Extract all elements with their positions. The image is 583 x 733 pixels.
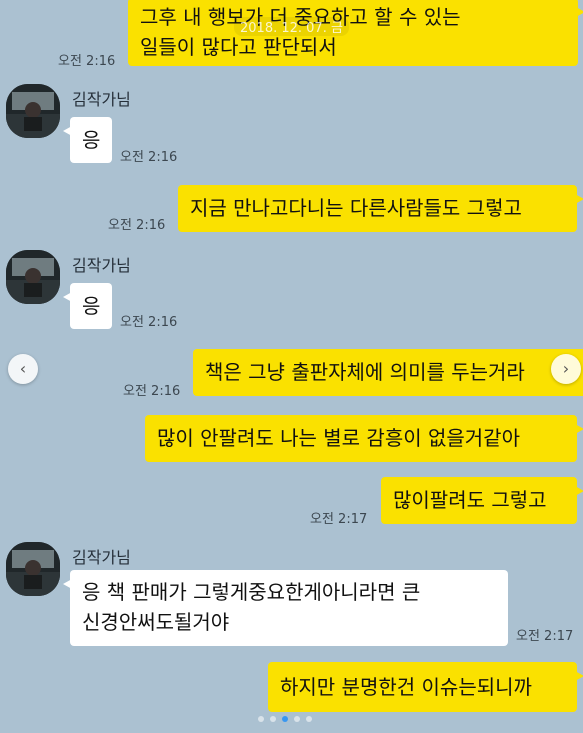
chat-screen: 그후 내 행보가 더 중요하고 할 수 있는 일들이 많다고 판단되서 2018… xyxy=(0,0,583,733)
message-line: 신경안써도될거야 xyxy=(82,610,230,634)
carousel-dot[interactable] xyxy=(258,716,264,722)
message-time: 오전 2:16 xyxy=(108,218,166,233)
message-time: 오전 2:16 xyxy=(123,384,181,399)
date-overlay: 2018. 12. 07. 금 xyxy=(234,17,349,36)
sender-name: 김작가님 xyxy=(72,548,131,567)
avatar[interactable] xyxy=(6,250,60,304)
message-line: 응 책 판매가 그렇게중요한게아니라면 큰 xyxy=(82,580,421,604)
my-message-bubble: 많이 안팔려도 나는 별로 감흥이 없을거같아 xyxy=(145,415,583,462)
carousel-dot[interactable] xyxy=(282,716,288,722)
my-message-bubble: 책은 그냥 출판자체에 의미를 두는거라 xyxy=(193,349,583,396)
message-time: 오전 2:16 xyxy=(58,54,116,69)
sender-name: 김작가님 xyxy=(72,256,131,275)
other-message-bubble: 응 xyxy=(63,117,112,163)
carousel-dot[interactable] xyxy=(306,716,312,722)
carousel-dot[interactable] xyxy=(294,716,300,722)
carousel-dot[interactable] xyxy=(270,716,276,722)
other-message-bubble: 응 xyxy=(63,283,112,329)
message-time: 오전 2:17 xyxy=(310,512,368,527)
carousel-next-button[interactable]: › xyxy=(551,354,581,384)
chevron-left-icon: ‹ xyxy=(19,359,27,378)
my-message-bubble: 많이팔려도 그렇고 xyxy=(381,477,583,524)
message-time: 오전 2:16 xyxy=(120,315,178,330)
my-message-bubble: 그후 내 행보가 더 중요하고 할 수 있는 일들이 많다고 판단되서 xyxy=(128,0,583,66)
chevron-right-icon: › xyxy=(562,359,570,378)
message-time: 오전 2:16 xyxy=(120,150,178,165)
message-time: 오전 2:17 xyxy=(516,629,574,644)
my-message-bubble: 지금 만나고다니는 다른사람들도 그렇고 xyxy=(178,185,583,232)
message-line: 일들이 많다고 판단되서 xyxy=(140,35,337,59)
other-message-bubble: 응 책 판매가 그렇게중요한게아니라면 큰 신경안써도될거야 xyxy=(63,570,508,646)
my-message-bubble: 하지만 분명한건 이슈는되니까 xyxy=(268,662,583,712)
carousel-page-indicator xyxy=(258,716,312,722)
message-line: 그후 내 행보가 더 중요하고 할 수 있는 xyxy=(140,5,461,29)
carousel-prev-button[interactable]: ‹ xyxy=(8,354,38,384)
sender-name: 김작가님 xyxy=(72,90,131,109)
avatar[interactable] xyxy=(6,84,60,138)
avatar[interactable] xyxy=(6,542,60,596)
